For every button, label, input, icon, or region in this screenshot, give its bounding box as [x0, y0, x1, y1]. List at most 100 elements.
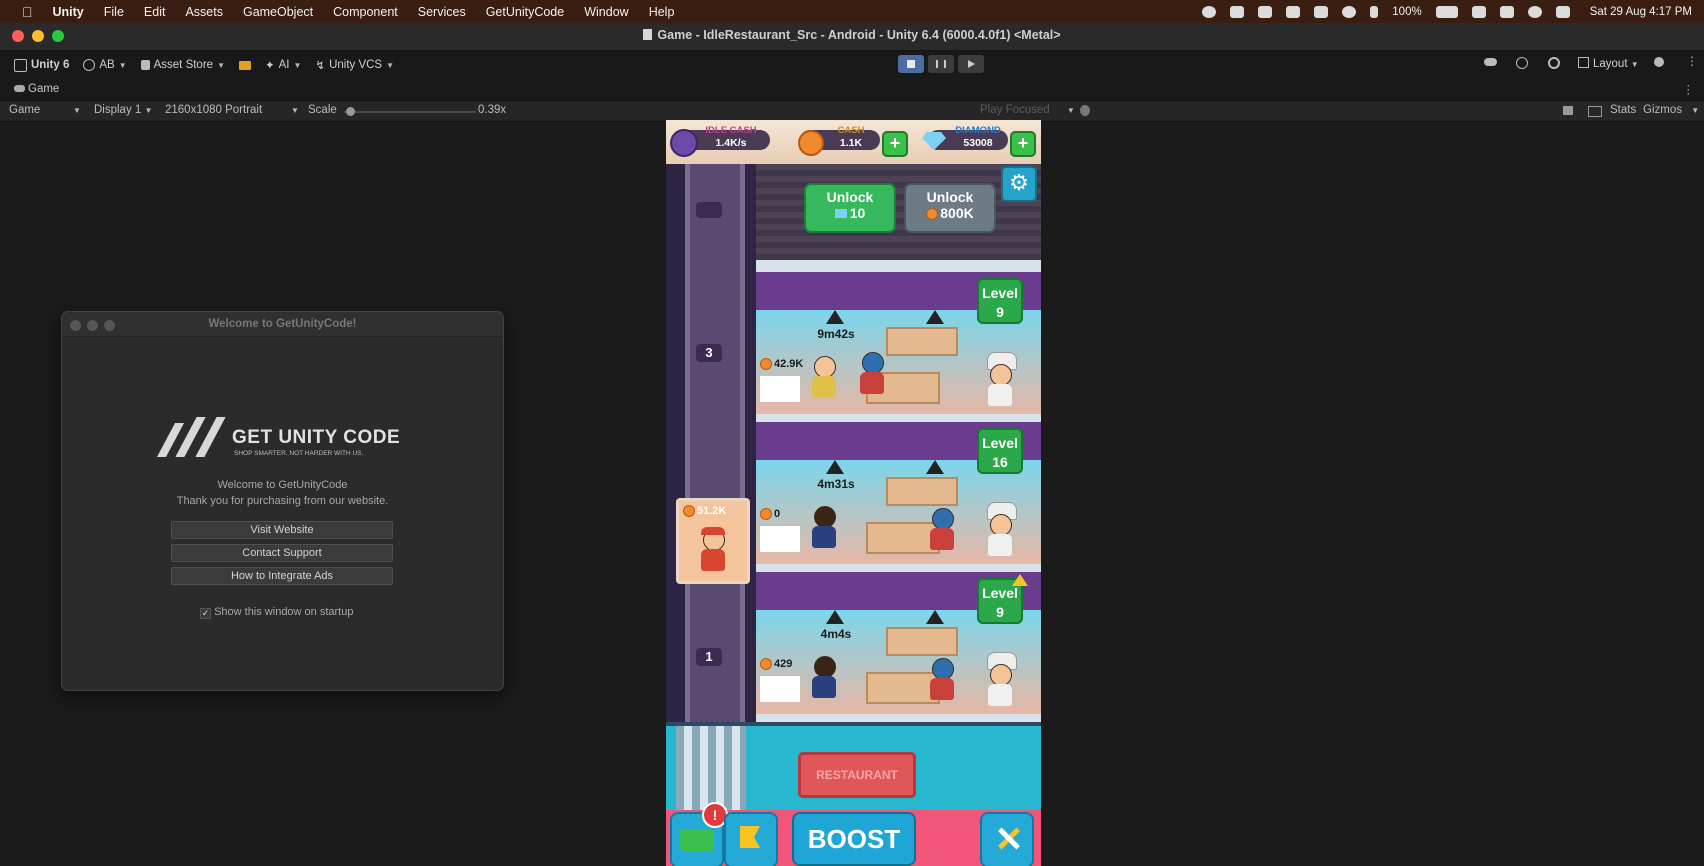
manager-character[interactable] — [808, 506, 838, 550]
chevron-down-icon: ▼ — [1630, 60, 1639, 69]
idle-cash-icon — [670, 129, 698, 157]
add-cash-button[interactable]: + — [882, 131, 908, 157]
floor-earnings[interactable]: 429 — [760, 658, 792, 671]
vcs-dropdown[interactable]: ↯ Unity VCS ▼ — [315, 58, 394, 72]
dialog-minimize-button[interactable] — [87, 320, 98, 331]
cash-value: 1.1K — [839, 137, 863, 149]
manager-character[interactable] — [808, 656, 838, 700]
contact-support-button[interactable]: Contact Support — [171, 544, 393, 562]
ai-dropdown[interactable]: ✦ AI ▼ — [265, 58, 301, 72]
floor-earnings[interactable]: 42.9K — [760, 358, 803, 371]
startup-checkbox-label: Show this window on startup — [214, 606, 354, 618]
scale-label: Scale — [308, 104, 337, 116]
battery-icon[interactable] — [1435, 5, 1458, 18]
gizmos-dropdown[interactable]: Gizmos ▼ — [1643, 104, 1699, 116]
restaurant-floor-2[interactable]: Level 16 4m31s 0 — [756, 422, 1041, 572]
menu-app-unity[interactable]: Unity — [53, 5, 84, 19]
creative-cloud-icon[interactable] — [1258, 5, 1273, 18]
settings-button[interactable]: ⚙ — [1001, 166, 1037, 202]
cloud-icon[interactable] — [1484, 58, 1497, 66]
chef-character — [984, 652, 1017, 708]
startup-checkbox-row[interactable]: ✓ Show this window on startup — [200, 606, 353, 619]
level-button-floor-2[interactable]: Level 16 — [977, 428, 1023, 474]
display-dropdown[interactable]: Display 1 ▼ — [94, 104, 152, 116]
more-options-icon[interactable]: ⋮ — [1686, 54, 1698, 68]
asset-store-dropdown[interactable]: Asset Store ▼ — [140, 59, 225, 71]
dialog-zoom-button[interactable] — [104, 320, 115, 331]
control-center-icon[interactable] — [1555, 5, 1570, 18]
layout-dropdown[interactable]: Layout ▼ — [1578, 57, 1639, 70]
airdrop-icon[interactable] — [1314, 5, 1329, 18]
elevator-cabin[interactable]: 51.2K — [676, 498, 750, 584]
account-dropdown[interactable]: AB ▼ — [83, 59, 127, 71]
wifi-icon[interactable] — [1499, 5, 1514, 18]
dialog-titlebar: Welcome to GetUnityCode! — [62, 312, 503, 337]
unlock-cash-button[interactable]: Unlock 800K — [904, 183, 996, 233]
menu-services[interactable]: Services — [418, 5, 466, 19]
dialog-close-button[interactable] — [70, 320, 81, 331]
menu-help[interactable]: Help — [649, 5, 675, 19]
elevator-operator — [697, 527, 727, 573]
history-icon[interactable] — [1516, 57, 1528, 69]
play-stop-button[interactable] — [898, 55, 924, 73]
dropbox-icon[interactable] — [1286, 5, 1301, 18]
mute-icon[interactable] — [1471, 5, 1486, 18]
record-status-icon[interactable] — [1202, 5, 1217, 18]
add-diamond-button[interactable]: + — [1010, 131, 1036, 157]
menu-component[interactable]: Component — [333, 5, 398, 19]
menu-assets[interactable]: Assets — [185, 5, 223, 19]
tab-game[interactable]: Game — [14, 83, 59, 95]
bluetooth-icon[interactable] — [1370, 5, 1379, 18]
menu-file[interactable]: File — [104, 5, 124, 19]
unlock-diamond-button[interactable]: Unlock 10 — [804, 183, 896, 233]
chevron-down-icon: ▼ — [293, 60, 302, 70]
cash-drop-box[interactable] — [760, 376, 800, 402]
step-button[interactable] — [958, 55, 984, 73]
bug-icon[interactable] — [1080, 105, 1090, 116]
startup-checkbox[interactable]: ✓ — [200, 608, 211, 619]
lamp-icon — [826, 310, 844, 324]
unity-version-button[interactable]: Unity 6 — [14, 58, 69, 72]
resolution-dropdown[interactable]: 2160x1080 Portrait ▼ — [165, 104, 299, 116]
manager-character[interactable] — [808, 356, 838, 400]
integrate-ads-button[interactable]: How to Integrate Ads — [171, 567, 393, 585]
cap-icon — [701, 527, 725, 535]
unity-status-icon[interactable] — [1230, 5, 1245, 18]
menu-edit[interactable]: Edit — [144, 5, 166, 19]
restaurant-floor-3[interactable]: Level 9 9m42s 42.9K — [756, 272, 1041, 422]
package-icon-button[interactable] — [238, 60, 251, 70]
idle-cash-label: IDLE CASH — [705, 125, 757, 136]
keyboard-icon[interactable] — [1588, 106, 1602, 117]
game-viewport[interactable]: IDLE CASH 1.4K/s CASH 1.1K + DIAMOND 530… — [666, 120, 1041, 866]
scale-slider[interactable] — [344, 107, 476, 116]
user-icon[interactable] — [1527, 5, 1542, 18]
grammarly-icon[interactable] — [1342, 5, 1357, 18]
boost-button[interactable]: BOOST — [792, 812, 916, 866]
menu-getunitycode[interactable]: GetUnityCode — [486, 5, 565, 19]
view-dropdown[interactable]: Game ▼ — [9, 104, 81, 116]
scale-slider-handle[interactable] — [346, 107, 356, 116]
menubar-clock[interactable]: Sat 29 Aug 4:17 PM — [1590, 6, 1692, 18]
tab-menu-icon[interactable]: ⋮ — [1683, 82, 1695, 96]
macos-menubar:  Unity File Edit Assets GameObject Comp… — [0, 0, 1704, 23]
floor-earnings[interactable]: 0 — [760, 508, 780, 521]
stats-button[interactable]: Stats — [1610, 104, 1636, 116]
pause-button[interactable] — [928, 55, 954, 73]
menu-gameobject[interactable]: GameObject — [243, 5, 313, 19]
play-mode-dropdown[interactable]: Play Focused ▼ — [980, 104, 1075, 116]
restaurant-sign[interactable]: RESTAURANT — [798, 752, 916, 798]
level-button-floor-3[interactable]: Level 9 — [977, 278, 1023, 324]
menu-window[interactable]: Window — [584, 5, 628, 19]
apple-icon[interactable]:  — [22, 4, 33, 20]
menu-tools-button[interactable] — [980, 812, 1034, 866]
visit-website-button[interactable]: Visit Website — [171, 521, 393, 539]
quests-button[interactable] — [724, 812, 778, 866]
audio-icon[interactable] — [1563, 106, 1573, 115]
search-icon[interactable] — [1548, 57, 1560, 69]
unlock-cash-cost: 800K — [906, 205, 994, 221]
help-icon[interactable] — [1654, 57, 1664, 67]
cash-drop-box[interactable] — [760, 526, 800, 552]
cash-drop-box[interactable] — [760, 676, 800, 702]
restaurant-floor-1[interactable]: Level 9 4m4s 429 — [756, 572, 1041, 722]
coin-icon — [760, 358, 772, 371]
